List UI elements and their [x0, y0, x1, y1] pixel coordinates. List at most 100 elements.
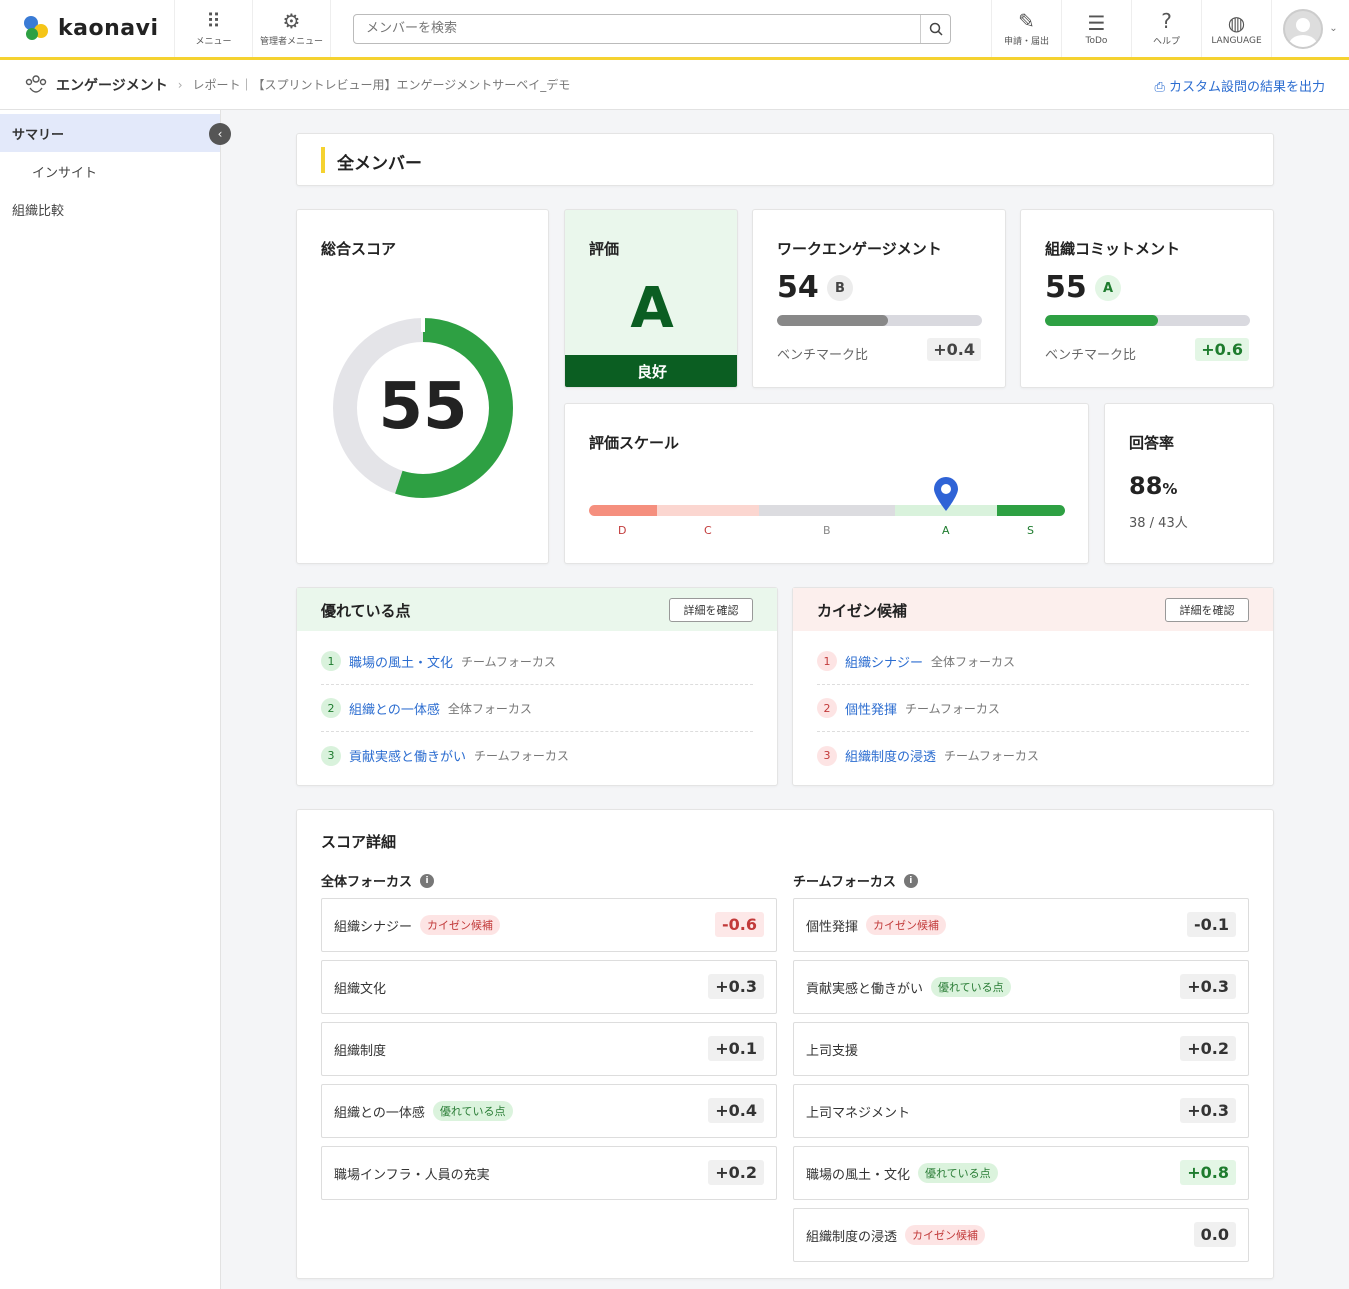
rank-number: 2 [321, 698, 341, 718]
search-icon [929, 22, 943, 36]
score-item-name: 個性発揮 [806, 919, 859, 935]
strengths-list: 1 職場の風土・文化 チームフォーカス 2 組織との一体感 全体フォーカス 3 … [297, 638, 777, 779]
kaizen-link[interactable]: 個性発揮 [845, 699, 897, 718]
score-row[interactable]: 職場の風土・文化 優れている点 +0.8 [793, 1146, 1249, 1200]
sidebar-item-label: 組織比較 [12, 203, 65, 219]
export-file-icon: ⎙ [1154, 80, 1165, 95]
score-item-name: 職場インフラ・人員の充実 [334, 1167, 490, 1183]
score-row[interactable]: 組織制度 +0.1 [321, 1022, 777, 1076]
strength-link[interactable]: 貢献実感と働きがい [349, 746, 466, 765]
score-row[interactable]: 組織シナジー カイゼン候補 -0.6 [321, 898, 777, 952]
work-engagement-bar [777, 315, 982, 326]
sidebar-item-insight[interactable]: インサイト [0, 152, 220, 190]
kaonavi-logo[interactable]: kaonavi [0, 0, 175, 57]
score-row[interactable]: 組織との一体感 優れている点 +0.4 [321, 1084, 777, 1138]
search-button[interactable] [920, 14, 950, 43]
work-engagement-bench-label: ベンチマーク比 [777, 348, 869, 363]
strength-link[interactable]: 職場の風土・文化 [349, 652, 453, 671]
score-row[interactable]: 貢献実感と働きがい 優れている点 +0.3 [793, 960, 1249, 1014]
sidebar-item-org-compare[interactable]: 組織比較 [0, 190, 220, 228]
user-menu[interactable]: ⌄ [1271, 0, 1349, 57]
grade-label: 良好 [565, 355, 737, 387]
info-icon[interactable]: i [903, 873, 918, 888]
info-icon[interactable]: i [420, 873, 435, 888]
strengths-detail-button[interactable]: 詳細を確認 [669, 598, 753, 622]
org-commitment-grade-badge: A [1095, 275, 1121, 301]
score-delta: +0.2 [708, 1160, 764, 1185]
page-title: エンゲージメント [56, 77, 168, 94]
focus-type: チームフォーカス [944, 749, 1039, 763]
todo-button[interactable]: ☰ ToDo [1061, 0, 1131, 57]
kaizen-title: カイゼン候補 [817, 602, 908, 620]
rank-number: 1 [817, 651, 837, 671]
requests-label: 申請・届出 [1003, 37, 1049, 47]
org-commitment-bar [1045, 315, 1250, 326]
kaizen-detail-button[interactable]: 詳細を確認 [1165, 598, 1249, 622]
chevron-left-icon: ‹ [217, 127, 223, 141]
score-delta: -0.6 [715, 912, 764, 937]
work-engagement-bar-fill [777, 315, 888, 326]
header-right-nav: ✎ 申請・届出 ☰ ToDo ? ヘルプ ◍ LANGUAGE ⌄ [991, 0, 1349, 57]
work-engagement-grade-badge: B [827, 275, 853, 301]
export-custom-results-link[interactable]: ⎙ カスタム設問の結果を出力 [1154, 76, 1325, 95]
kaizen-link[interactable]: 組織シナジー [845, 652, 923, 671]
admin-menu-label: 管理者メニュー [259, 37, 323, 47]
score-item-name: 組織との一体感 [334, 1105, 425, 1121]
work-engagement-delta: +0.4 [927, 338, 981, 361]
rank-number: 2 [817, 698, 837, 718]
strengths-title: 優れている点 [321, 602, 411, 620]
strength-link[interactable]: 組織との一体感 [349, 699, 440, 718]
score-delta: -0.1 [1187, 912, 1236, 937]
list-item: 1 組織シナジー 全体フォーカス [817, 638, 1249, 685]
help-button[interactable]: ? ヘルプ [1131, 0, 1201, 57]
gear-icon: ⚙ [282, 9, 301, 33]
kaizen-tag: カイゼン候補 [420, 915, 501, 935]
org-commitment-delta: +0.6 [1195, 338, 1249, 361]
collapse-sidebar-button[interactable]: ‹ [209, 123, 231, 145]
scale-label-s: S [1027, 524, 1034, 537]
focus-type: チームフォーカス [905, 701, 1000, 716]
response-rate-detail: 38 / 43人 [1129, 516, 1188, 531]
menu-button[interactable]: ⠿ メニュー [175, 0, 253, 57]
chevron-right-icon: › [177, 77, 183, 92]
score-delta: +0.8 [1180, 1160, 1236, 1185]
org-commitment-card: 組織コミットメント 55 A ベンチマーク比 +0.6 [1020, 209, 1274, 388]
score-row[interactable]: 職場インフラ・人員の充実 +0.2 [321, 1146, 777, 1200]
grid-icon: ⠿ [206, 9, 221, 33]
score-detail-title: スコア詳細 [321, 833, 397, 851]
requests-button[interactable]: ✎ 申請・届出 [991, 0, 1061, 57]
export-label: カスタム設問の結果を出力 [1168, 80, 1325, 95]
strength-tag: 優れている点 [931, 977, 1011, 997]
score-row[interactable]: 組織文化 +0.3 [321, 960, 777, 1014]
strength-tag: 優れている点 [918, 1163, 998, 1183]
grade-card: 評価 A 良好 [564, 209, 738, 388]
score-delta: +0.1 [708, 1036, 764, 1061]
score-item-name: 組織制度 [334, 1043, 387, 1059]
score-item-name: 組織シナジー [334, 919, 413, 935]
score-delta: +0.2 [1180, 1036, 1236, 1061]
search-input[interactable] [354, 14, 920, 43]
score-item-name: 貢献実感と働きがい [806, 981, 924, 997]
score-delta: +0.4 [708, 1098, 764, 1123]
score-item-name: 職場の風土・文化 [806, 1167, 911, 1183]
help-icon: ? [1161, 9, 1172, 33]
response-rate-figure: 88% [1129, 472, 1177, 500]
score-row[interactable]: 上司マネジメント +0.3 [793, 1084, 1249, 1138]
score-row[interactable]: 上司支援 +0.2 [793, 1022, 1249, 1076]
sidebar-item-summary[interactable]: サマリー [0, 114, 220, 152]
org-commitment-title: 組織コミットメント [1045, 240, 1181, 258]
engagement-people-icon [25, 74, 47, 93]
response-rate-card: 回答率 88% 38 / 43人 [1104, 403, 1274, 564]
scale-segment-c [657, 505, 759, 516]
score-row[interactable]: 組織制度の浸透 カイゼン候補 0.0 [793, 1208, 1249, 1262]
scale-segment-d [589, 505, 657, 516]
kaizen-link[interactable]: 組織制度の浸透 [845, 746, 936, 765]
score-item-name: 上司マネジメント [806, 1105, 911, 1121]
score-row[interactable]: 個性発揮 カイゼン候補 -0.1 [793, 898, 1249, 952]
todo-label: ToDo [1085, 35, 1108, 46]
list-item: 2 組織との一体感 全体フォーカス [321, 685, 753, 732]
language-button[interactable]: ◍ LANGUAGE [1201, 0, 1271, 57]
breadcrumb[interactable]: レポート｜【スプリントレビュー用】エンゲージメントサーベイ_デモ [193, 76, 571, 93]
member-search [353, 13, 951, 44]
admin-menu-button[interactable]: ⚙ 管理者メニュー [253, 0, 331, 57]
